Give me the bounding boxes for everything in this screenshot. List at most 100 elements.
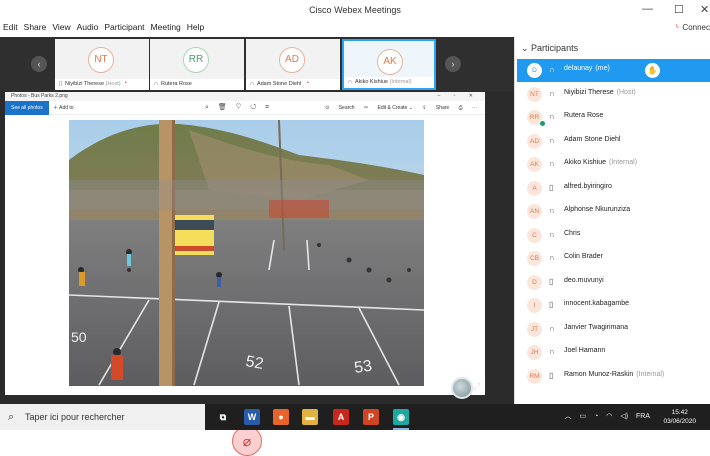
language-indicator[interactable]: FRA: [636, 413, 650, 420]
photos-toolbar: See all photos ＋ Add to ⌕🗑♡↺⌗ ⊙ Search ✂…: [5, 101, 485, 115]
participant-row[interactable]: AN ∩ Alphonse Nkurunziza: [517, 200, 710, 223]
battery-icon[interactable]: ▭: [580, 413, 587, 420]
thumbnail-name: ∩ Rutera Rose: [150, 79, 244, 90]
menu-participant[interactable]: Participant: [101, 22, 147, 32]
participants-panel: ⌄ Participants D ∩ delaunay (me) ✋ NT ∩ Niyibiz…: [514, 37, 710, 404]
participant-name: Akiko Kishiue (Internal): [564, 159, 638, 166]
next-arrow-icon[interactable]: ›: [445, 56, 461, 72]
avatar: AK: [377, 49, 403, 75]
thumbnail-name: ∩ Adam Stone Diehl ᒡ: [246, 79, 340, 90]
participant-name: Rutera Rose: [564, 112, 604, 119]
firefox-icon[interactable]: ●: [273, 409, 289, 425]
video-thumbnail[interactable]: AK ∩ Akiko Kishiue (Internal): [342, 39, 436, 90]
avatar: NT: [88, 47, 114, 73]
avatar: C: [527, 227, 542, 243]
taskbar-clock[interactable]: 15:42 03/06/2020: [663, 408, 696, 426]
video-thumbnail[interactable]: NT ▯ Niyibizi Therese (Host) ᒡ: [55, 39, 149, 90]
photos-share-button[interactable]: ⇪ Share: [422, 105, 449, 111]
self-view-avatar[interactable]: [451, 377, 473, 399]
phone-icon: ▯: [549, 300, 554, 309]
raise-hand-icon[interactable]: ✋: [645, 63, 660, 78]
menu-share[interactable]: Share: [21, 22, 50, 32]
thumbnail-strip: ‹ › NT ▯ Niyibizi Therese (Host) ᒡ RR ∩ Rutera…: [0, 37, 514, 91]
share-pointer-icon[interactable]: ⌀: [232, 426, 262, 456]
participant-row[interactable]: D ▯ deo.muvunyi: [517, 271, 710, 294]
bay-number-52: 52: [244, 353, 265, 373]
windows-taskbar: ⌕ Taper ici pour rechercher ⧉ W ● ▬ A P ◉ ︿ ▭ …: [0, 404, 710, 430]
bay-number-53: 53: [353, 358, 373, 377]
acrobat-icon[interactable]: A: [333, 409, 349, 425]
avatar: RR: [183, 47, 209, 73]
avatar: NT: [527, 86, 542, 102]
connection-icon: ᒡ: [675, 23, 680, 32]
more-icon[interactable]: ⋯: [472, 105, 477, 111]
wifi-icon[interactable]: ◠: [606, 413, 612, 420]
participant-name: Janvier Twagirimana: [564, 323, 629, 331]
participant-row[interactable]: I ▯ innocent.kabagambe: [517, 294, 710, 317]
participant-row[interactable]: RR ∩ Rutera Rose: [517, 106, 710, 129]
participant-row[interactable]: JH ∩ Joel Hamann: [517, 341, 710, 364]
participant-row[interactable]: JT ∩ Janvier Twagirimana: [517, 318, 710, 341]
photos-title-bar: Photos - Bus Parks 2.png – ▫ ✕: [5, 92, 485, 101]
participant-row[interactable]: AK ∩ Akiko Kishiue (Internal): [517, 153, 710, 176]
system-tray: ︿ ▭ ◔ ◠ ◁) FRA: [559, 404, 650, 430]
headset-icon: ∩: [549, 229, 555, 239]
see-all-photos-button[interactable]: See all photos: [5, 101, 49, 115]
menu-edit[interactable]: Edit: [0, 22, 21, 32]
menu-meeting[interactable]: Meeting: [148, 22, 184, 32]
bus-park-image: 52 53 50: [69, 120, 424, 386]
avatar: AN: [527, 204, 542, 219]
headset-icon: ∩: [549, 65, 555, 74]
title-bar: Cisco Webex Meetings — ☐ ✕: [0, 0, 710, 22]
maximize-icon[interactable]: ☐: [674, 3, 684, 16]
thumbnail-name: ▯ Niyibizi Therese (Host) ᒡ: [55, 79, 149, 90]
minimize-icon[interactable]: —: [642, 3, 653, 15]
show-hidden-icons-icon[interactable]: ︿: [565, 413, 572, 420]
participant-row[interactable]: A ▯ alfred.byiringiro: [517, 177, 710, 200]
avatar: RM: [527, 368, 542, 384]
network-icon[interactable]: ◔: [594, 413, 598, 420]
print-icon[interactable]: ⎙: [459, 105, 463, 111]
file-explorer-icon[interactable]: ▬: [302, 409, 318, 425]
video-thumbnail[interactable]: RR ∩ Rutera Rose: [150, 39, 244, 90]
participant-row[interactable]: AD ∩ Adam Stone Diehl: [517, 130, 710, 153]
participant-row[interactable]: NT ∩ Niyibizi Therese (Host): [517, 83, 710, 106]
muted-icon: ᒡ: [306, 81, 310, 87]
video-thumbnail[interactable]: AD ∩ Adam Stone Diehl ᒡ: [246, 39, 340, 90]
participant-name: delaunay (me): [564, 65, 610, 72]
participant-name: Alphonse Nkurunziza: [564, 206, 631, 213]
window-title: Cisco Webex Meetings: [309, 5, 401, 15]
participants-header[interactable]: ⌄ Participants: [515, 37, 710, 59]
participant-row[interactable]: CB ∩ Colin Brader: [517, 247, 710, 270]
webex-icon[interactable]: ◉: [393, 409, 409, 430]
taskbar-search[interactable]: ⌕ Taper ici pour rechercher: [0, 404, 205, 430]
participant-name: Chris: [564, 229, 581, 237]
expand-icon[interactable]: ⤢: [473, 381, 480, 392]
participant-row[interactable]: C ∩ Chris: [517, 224, 710, 247]
connection-status[interactable]: ᒡ Connec: [676, 23, 710, 32]
photos-search-button[interactable]: ⊙ Search: [325, 105, 354, 111]
participant-name: alfred.byiringiro: [564, 182, 612, 190]
thumbnail-name: ∩ Akiko Kishiue (Internal): [344, 77, 434, 88]
menu-audio[interactable]: Audio: [74, 22, 102, 32]
powerpoint-icon[interactable]: P: [363, 409, 379, 425]
headset-icon: ∩: [549, 135, 555, 145]
participant-row[interactable]: D ∩ delaunay (me) ✋: [517, 59, 710, 82]
edit-create-button[interactable]: ✂ Edit & Create ⌄: [364, 105, 413, 111]
menu-view[interactable]: View: [49, 22, 73, 32]
menu-help[interactable]: Help: [184, 22, 207, 32]
word-icon[interactable]: W: [244, 409, 260, 425]
taskbar-search-placeholder: Taper ici pour rechercher: [25, 412, 125, 422]
phone-icon: ▯: [549, 182, 554, 192]
add-to-button[interactable]: ＋ Add to: [53, 101, 74, 115]
participant-row[interactable]: RM ▯ Ramon Munoz-Raskin (Internal): [517, 365, 710, 388]
avatar: AD: [527, 133, 542, 149]
avatar: AK: [527, 157, 542, 172]
headset-icon: ∩: [549, 88, 555, 98]
previous-arrow-icon[interactable]: ‹: [31, 56, 47, 72]
task-view-icon[interactable]: ⧉: [215, 409, 231, 425]
photos-window-controls: – ▫ ✕: [437, 93, 479, 99]
volume-icon[interactable]: ◁): [620, 413, 628, 420]
close-icon[interactable]: ✕: [700, 3, 709, 16]
headset-icon: ∩: [348, 79, 352, 85]
